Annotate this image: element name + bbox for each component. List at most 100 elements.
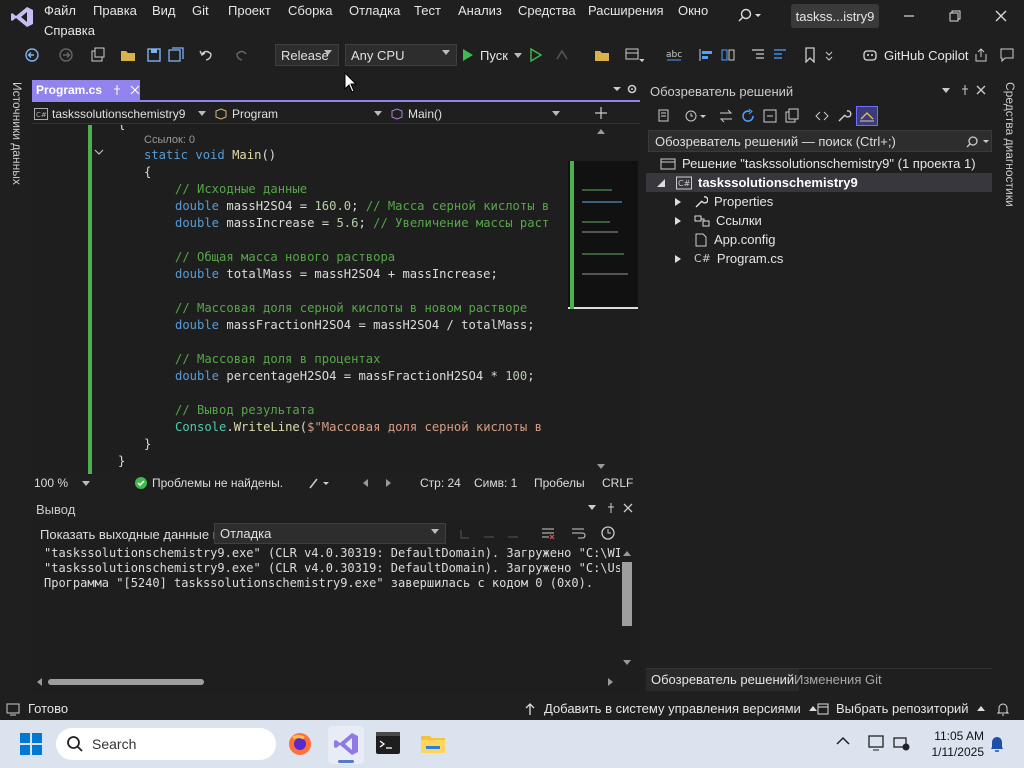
column-indicator[interactable]: Симв: 1 <box>474 476 517 490</box>
save-icon[interactable] <box>144 44 164 66</box>
search-icon[interactable] <box>738 8 762 24</box>
copilot-button[interactable]: GitHub Copilot <box>862 44 969 66</box>
platform-select[interactable]: Any CPU <box>345 44 457 66</box>
codelens-refs[interactable]: Ссылок: 0 <box>144 134 195 146</box>
collapsed-arrow-icon[interactable] <box>674 216 682 226</box>
collapsed-arrow-icon[interactable] <box>674 197 682 207</box>
properties-wrench-icon[interactable] <box>836 108 852 124</box>
notification-center-icon[interactable] <box>988 734 1006 754</box>
history-icon[interactable] <box>684 108 708 124</box>
output-vscroll-thumb[interactable] <box>622 562 632 626</box>
collapse-all-icon[interactable] <box>762 108 778 124</box>
menu-build[interactable]: Сборка <box>288 3 333 18</box>
tray-network-icon[interactable] <box>892 734 912 752</box>
tree-item-appconfig[interactable]: App.config <box>694 230 775 249</box>
notifications-bell-icon[interactable] <box>996 701 1010 717</box>
show-all-files-icon[interactable] <box>784 108 800 124</box>
indent-icon[interactable] <box>748 44 768 66</box>
tab-git-changes[interactable]: Изменения Git <box>794 669 882 691</box>
menu-git[interactable]: Git <box>192 3 209 18</box>
clock-icon[interactable] <box>600 525 616 541</box>
menu-help[interactable]: Справка <box>44 23 95 38</box>
tab-close-icon[interactable] <box>130 85 140 95</box>
tab-list-icon[interactable] <box>612 84 622 94</box>
spellcheck-icon[interactable]: abc <box>664 44 684 66</box>
tree-project[interactable]: C# taskssolutionschemistry9 <box>646 173 992 192</box>
se-search-box[interactable]: Обозреватель решений — поиск (Ctrl+;) <box>648 130 992 152</box>
output-close-icon[interactable] <box>623 503 633 513</box>
output-source-select[interactable]: Отладка <box>214 523 446 544</box>
layout-icon[interactable] <box>622 44 646 66</box>
menu-file[interactable]: Файл <box>44 3 76 18</box>
tree-solution[interactable]: Решение "taskssolutionschemistry9" (1 пр… <box>660 154 976 173</box>
outdent-icon[interactable] <box>770 44 790 66</box>
output-vscrollbar[interactable] <box>620 548 634 670</box>
toolbar-overflow-icon[interactable] <box>822 44 836 66</box>
close-icon[interactable] <box>994 9 1008 23</box>
open-folder-icon[interactable] <box>118 44 138 66</box>
se-close-icon[interactable] <box>976 85 986 95</box>
firefox-icon[interactable] <box>288 732 312 756</box>
add-vcs-button[interactable]: Добавить в систему управления версиями <box>524 701 817 716</box>
menu-window[interactable]: Окно <box>678 3 708 18</box>
minimap-viewport[interactable] <box>568 161 638 309</box>
solution-title-badge[interactable]: taskss...istry9 <box>791 4 879 28</box>
se-menu-icon[interactable] <box>942 88 950 93</box>
tree-item-properties[interactable]: Properties <box>674 192 773 211</box>
terminal-icon[interactable] <box>376 732 400 754</box>
menu-debug[interactable]: Отладка <box>349 3 400 18</box>
tree-item-references[interactable]: Ссылки <box>674 211 762 230</box>
nav-next-icon[interactable] <box>384 478 392 488</box>
new-project-icon[interactable] <box>88 44 108 66</box>
share-icon[interactable] <box>972 44 990 66</box>
se-search-icon[interactable] <box>965 135 989 149</box>
line-indicator[interactable]: Стр: 24 <box>420 476 461 490</box>
nav-project-select[interactable]: C# taskssolutionschemistry9 <box>34 104 208 123</box>
align2-icon[interactable] <box>718 44 738 66</box>
output-goto-next-icon[interactable] <box>482 527 496 541</box>
undo-icon[interactable] <box>196 44 216 66</box>
configuration-select[interactable]: Release <box>275 44 339 66</box>
home-icon[interactable] <box>656 108 672 124</box>
start-windows-icon[interactable] <box>20 733 42 755</box>
code-view-icon[interactable] <box>814 108 830 124</box>
output-text[interactable]: "taskssolutionschemistry9.exe" (CLR v4.0… <box>32 546 620 672</box>
menu-extensions[interactable]: Расширения <box>588 3 664 18</box>
menu-project[interactable]: Проект <box>228 3 271 18</box>
menu-analyze[interactable]: Анализ <box>458 3 502 18</box>
settings-gear-icon[interactable] <box>626 83 638 95</box>
tray-overflow-icon[interactable] <box>836 736 850 746</box>
start-without-debug-icon[interactable] <box>528 44 544 66</box>
nav-class-select[interactable]: Program <box>214 104 384 123</box>
editor-minimap[interactable] <box>562 125 638 475</box>
minimize-icon[interactable] <box>902 9 916 23</box>
data-sources-tab[interactable]: Источники данных <box>8 82 24 202</box>
output-goto-prev-icon[interactable] <box>458 527 472 541</box>
split-icon[interactable] <box>594 106 608 120</box>
tab-program-cs[interactable]: Program.cs <box>32 80 140 100</box>
menu-edit[interactable]: Правка <box>93 3 137 18</box>
output-menu-icon[interactable] <box>588 505 596 510</box>
start-button[interactable]: Пуск <box>462 44 522 66</box>
bookmark-icon[interactable] <box>800 44 820 66</box>
code-area[interactable]: { Ссылок: 0 static void Main() { // Исхо… <box>104 125 562 475</box>
diagnostic-tools-tab[interactable]: Средства диагностики <box>1001 82 1017 222</box>
output-goto-last-icon[interactable] <box>506 527 520 541</box>
forward-icon[interactable] <box>56 44 76 66</box>
visual-studio-taskbar-icon[interactable] <box>328 726 364 764</box>
save-all-icon[interactable] <box>166 44 186 66</box>
brush-icon[interactable] <box>308 476 330 490</box>
menu-tools[interactable]: Средства <box>518 3 576 18</box>
file-explorer-icon[interactable] <box>420 732 446 754</box>
menu-test[interactable]: Тест <box>414 3 441 18</box>
expand-arrow-icon[interactable] <box>656 178 666 188</box>
choose-repo-button[interactable]: Выбрать репозиторий <box>816 701 985 716</box>
align-icon[interactable] <box>696 44 716 66</box>
tab-solution-explorer[interactable]: Обозреватель решений <box>646 669 800 691</box>
refresh-icon[interactable] <box>740 108 756 124</box>
se-pin-icon[interactable] <box>960 84 970 96</box>
tray-device-icon[interactable] <box>866 734 886 752</box>
nav-member-select[interactable]: Main() <box>390 104 562 123</box>
tree-item-programcs[interactable]: C# Program.cs <box>674 249 783 268</box>
zoom-level[interactable]: 100 % <box>34 476 68 490</box>
